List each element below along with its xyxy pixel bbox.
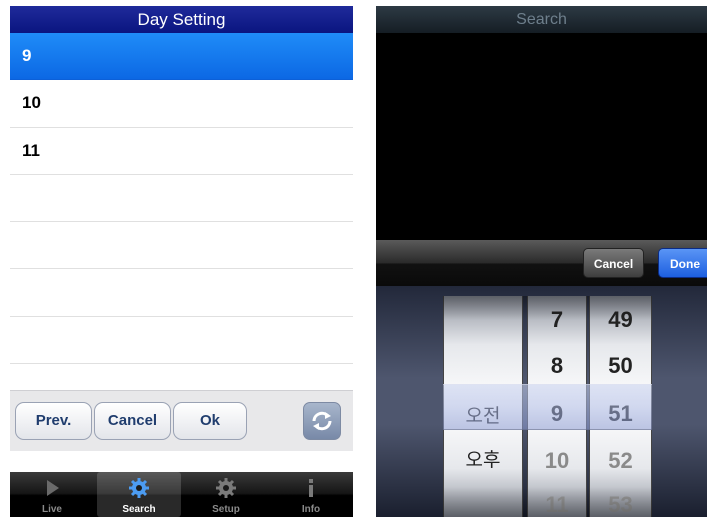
- picker-option: 오후: [465, 450, 501, 471]
- ok-button[interactable]: Ok: [173, 402, 247, 440]
- tab-search[interactable]: Search: [97, 472, 181, 517]
- picker-option: 53: [608, 492, 633, 517]
- refresh-icon: [312, 411, 332, 431]
- picker-toolbar: Cancel Done: [376, 240, 707, 286]
- day-setting-screen: Day Setting 9 10 11 Prev. Cancel Ok Live: [10, 6, 353, 517]
- time-picker: 오전 오후 7 8 9 10 11 49 50 51 52 53: [376, 286, 707, 517]
- page-title: Search: [376, 6, 707, 33]
- action-bar: Prev. Cancel Ok: [10, 390, 353, 451]
- picker-option: 8: [550, 353, 564, 378]
- prev-button[interactable]: Prev.: [15, 402, 92, 440]
- list-item-label: 10: [22, 93, 41, 113]
- tab-setup[interactable]: Setup: [184, 472, 268, 517]
- gear-icon: [216, 478, 236, 498]
- picker-option: 50: [608, 353, 633, 378]
- empty-list-row: [10, 269, 353, 317]
- tab-bar: Live Search Setup Info: [10, 472, 353, 517]
- video-area: [376, 33, 707, 240]
- picker-option: 49: [608, 307, 633, 332]
- list-item-label: 11: [22, 140, 40, 160]
- tab-label: Live: [41, 504, 62, 515]
- list-item-label: 9: [22, 46, 32, 66]
- page-title: Day Setting: [10, 6, 353, 33]
- list-item[interactable]: 10: [10, 80, 353, 128]
- play-icon: [47, 480, 59, 496]
- picker-option: 오전: [465, 406, 501, 427]
- cancel-button[interactable]: Cancel: [583, 248, 644, 278]
- picker-option: 7: [550, 307, 564, 332]
- hour-wheel[interactable]: 7 8 9 10 11: [527, 296, 587, 517]
- spacer: [10, 451, 353, 472]
- picker-option: 9: [550, 401, 564, 426]
- ampm-wheel[interactable]: 오전 오후: [443, 296, 523, 517]
- empty-list-row: [10, 175, 353, 223]
- empty-list-row: [10, 222, 353, 270]
- picker-option: 51: [608, 401, 633, 426]
- tab-label: Search: [122, 504, 156, 515]
- tab-label: Info: [301, 504, 321, 515]
- refresh-button[interactable]: [303, 402, 341, 440]
- tab-info[interactable]: Info: [269, 472, 353, 517]
- empty-list-row: [10, 317, 353, 365]
- done-button[interactable]: Done: [658, 248, 707, 278]
- minute-wheel[interactable]: 49 50 51 52 53: [589, 296, 652, 517]
- day-list: 9 10 11: [10, 33, 353, 365]
- cancel-button[interactable]: Cancel: [94, 402, 171, 440]
- tab-live[interactable]: Live: [10, 472, 94, 517]
- picker-option: 10: [544, 448, 570, 473]
- tab-label: Setup: [212, 504, 240, 515]
- picker-option: 52: [608, 448, 633, 473]
- search-screen: Search Cancel Done 오전 오후 7 8 9 10 11 49 …: [376, 6, 707, 517]
- gear-icon: [129, 478, 149, 498]
- info-icon: [309, 479, 313, 497]
- list-item[interactable]: 11: [10, 128, 353, 175]
- picker-option: 11: [545, 492, 569, 517]
- list-item[interactable]: 9: [10, 33, 353, 81]
